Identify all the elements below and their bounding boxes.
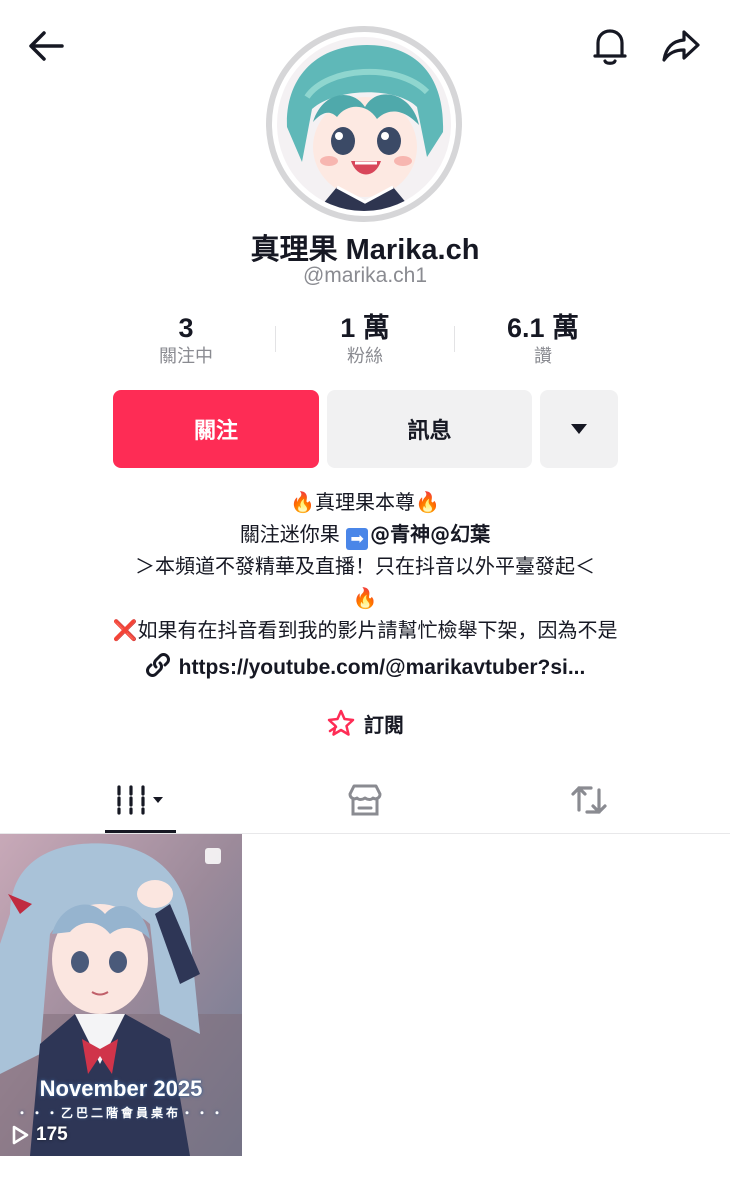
video-thumbnail[interactable]: November 2025 ・・・乙巴二階會員桌布・・・ 175 <box>0 834 242 1156</box>
right-arrow-icon: ➡ <box>346 528 369 550</box>
shop-icon <box>348 784 381 816</box>
back-button[interactable] <box>18 18 74 74</box>
username: @marika.ch1 <box>302 264 428 287</box>
active-tab-indicator <box>105 830 176 833</box>
cross-mark-icon: ❌ <box>112 618 138 642</box>
stat-following[interactable]: 3 關注中 <box>96 312 276 370</box>
tab-reposts[interactable] <box>467 766 710 834</box>
stat-followers-label: 粉絲 <box>347 346 383 367</box>
avatar-image <box>272 32 456 216</box>
display-name: 真理果 Marika.ch <box>250 234 480 266</box>
link-icon <box>145 653 170 677</box>
share-button[interactable] <box>653 18 709 74</box>
follow-button[interactable]: 關注 <box>113 390 319 468</box>
tab-shop[interactable] <box>243 766 486 834</box>
bio-link[interactable]: https://youtube.com/@marikavtuber?si... <box>0 652 730 684</box>
bio: 🔥真理果本尊🔥 關注迷你果 ➡ @青神@幻葉 ＞本頻道不發精華及直播！只在抖音以外… <box>0 486 730 684</box>
content-tabs <box>0 766 730 834</box>
stat-likes-label: 讚 <box>534 346 552 367</box>
bio-link-text: https://youtube.com/@marikavtuber?si... <box>178 656 586 679</box>
tab-videos[interactable] <box>20 766 263 834</box>
video-view-count: 175 <box>10 1124 68 1146</box>
play-icon <box>12 1125 29 1145</box>
stat-following-count: 3 <box>178 313 194 343</box>
repost-icon <box>570 786 607 814</box>
stat-followers-count: 1 萬 <box>340 313 390 343</box>
grid-icon <box>116 785 163 815</box>
bio-mentions[interactable]: @青神@幻葉 <box>370 522 490 546</box>
video-overlay-subtitle: ・・・乙巴二階會員桌布・・・ <box>15 1106 226 1120</box>
avatar[interactable] <box>266 26 462 222</box>
bio-text: 如果有在抖音看到我的影片請幫忙檢舉下架，因為不是 <box>137 618 618 642</box>
video-views: 175 <box>36 1124 68 1145</box>
bio-line: 關注迷你果 ➡ @青神@幻葉 <box>0 518 730 550</box>
subscribe-label: 訂閱 <box>364 712 404 737</box>
notification-button[interactable] <box>582 18 638 74</box>
stat-following-label: 關注中 <box>159 346 213 367</box>
star-badge-icon <box>327 709 355 736</box>
bio-text: 關注迷你果 <box>239 522 340 546</box>
bio-line: 🔥真理果本尊🔥 <box>290 490 440 514</box>
stat-likes[interactable]: 6.1 萬 讚 <box>453 312 633 370</box>
video-overlay-title: November 2025 <box>39 1076 203 1101</box>
subscribe-button[interactable]: 訂閱 <box>0 708 730 738</box>
stats-row: 3 關注中 1 萬 粉絲 6.1 萬 讚 <box>0 312 730 372</box>
more-options-button[interactable] <box>540 390 618 468</box>
stat-likes-count: 6.1 萬 <box>506 313 580 343</box>
caret-down-icon <box>571 424 587 434</box>
back-arrow-icon <box>29 31 64 61</box>
bio-line: ❌如果有在抖音看到我的影片請幫忙檢舉下架，因為不是 <box>0 614 730 646</box>
share-arrow-icon <box>662 30 700 62</box>
bio-line: ＞本頻道不發精華及直播！只在抖音以外平臺發起＜ <box>135 554 595 578</box>
bio-line: 🔥 <box>352 586 378 610</box>
bell-icon <box>593 29 627 65</box>
stat-followers[interactable]: 1 萬 粉絲 <box>275 312 455 370</box>
message-button[interactable]: 訊息 <box>327 390 532 468</box>
